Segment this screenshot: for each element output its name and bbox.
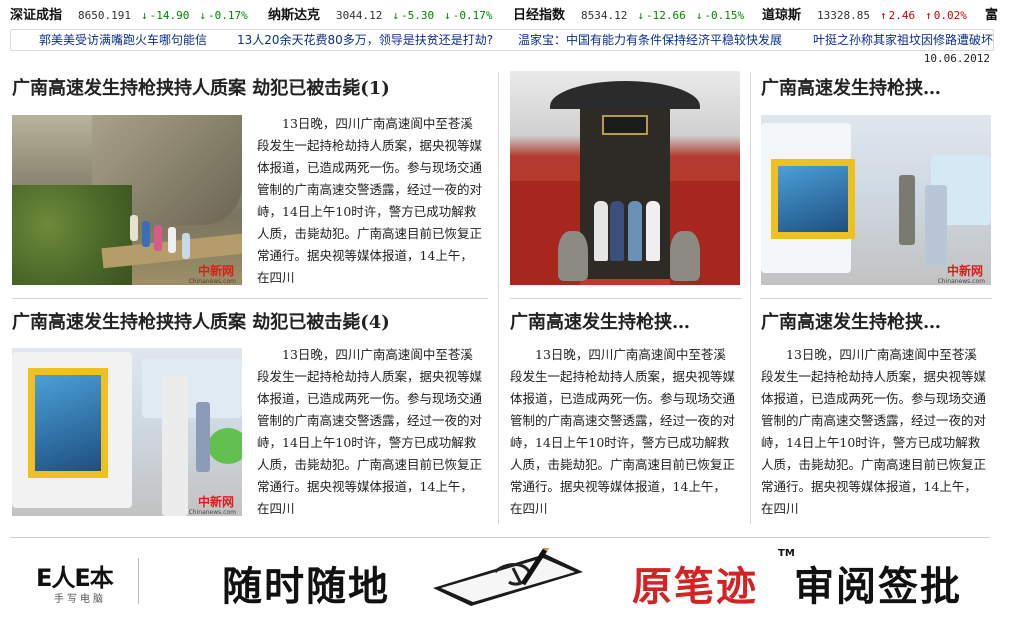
ticker-change: ↓ -12.66 bbox=[637, 9, 686, 22]
arrow-down-icon: ↓ bbox=[141, 9, 148, 22]
article-photo[interactable]: 中新网 Chinanews.com bbox=[12, 115, 242, 285]
ticker-change: ↓ -14.90 bbox=[141, 9, 190, 22]
ticker-change: ↓ -5.30 bbox=[392, 9, 435, 22]
page-date: 10.06.2012 bbox=[923, 52, 990, 65]
arrow-up-icon: ↑ bbox=[925, 9, 932, 22]
article-title[interactable]: 广南高速发生持枪挟持人质案 劫犯已被击毙(4) bbox=[12, 310, 482, 336]
row-divider bbox=[760, 298, 992, 299]
article-body: 13日晚，四川广南高速阆中至苍溪段发生一起持枪劫持人质案，据央视等媒体报道，已造… bbox=[257, 347, 482, 516]
trademark-mark: TM bbox=[778, 548, 795, 559]
photo-watermark-url: Chinanews.com bbox=[188, 509, 236, 516]
article-card[interactable]: 广南高速发生持枪挟… 13日晚，四川广南高速阆中至苍溪段发生一起持枪劫持人质案，… bbox=[761, 310, 989, 520]
photo-watermark: 中新网 bbox=[197, 495, 234, 509]
column-divider bbox=[498, 72, 499, 524]
article-body: 13日晚，四川广南高速阆中至苍溪段发生一起持枪劫持人质案，据央视等媒体报道，已造… bbox=[761, 347, 987, 516]
arrow-down-icon: ↓ bbox=[695, 9, 703, 22]
article-title[interactable]: 广南高速发生持枪挟… bbox=[510, 310, 735, 336]
ticker-name: 道琼斯 bbox=[762, 8, 802, 23]
ticker-item[interactable]: 纳斯达克 3044.12 ↓ -5.30 ↓ -0.17% bbox=[268, 6, 503, 26]
article-photo[interactable] bbox=[510, 71, 740, 285]
arrow-down-icon: ↓ bbox=[444, 9, 451, 22]
photo-watermark: 中新网 bbox=[197, 264, 234, 278]
ticker-value: 8534.12 bbox=[581, 9, 628, 22]
article-body: 13日晚，四川广南高速阆中至苍溪段发生一起持枪劫持人质案，据央视等媒体报道，已造… bbox=[510, 347, 735, 516]
article-card[interactable]: 广南高速发生持枪挟持人质案 劫犯已被击毙(1) 中新网 Chinanews.co… bbox=[12, 76, 482, 286]
ticker-name: 深证成指 bbox=[10, 8, 63, 23]
ad-tagline: 审阅签批 bbox=[794, 564, 962, 610]
headline-marquee: 郭美美受访满嘴跑火车哪句能信 13人20余天花费80多万，领导是扶贫还是打劫? … bbox=[10, 29, 994, 51]
ticker-percent: ↓ -0.17% bbox=[444, 9, 493, 22]
ad-divider bbox=[138, 558, 139, 604]
article-title[interactable]: 广南高速发生持枪挟… bbox=[761, 76, 991, 102]
headline-link[interactable]: 郭美美受访满嘴跑火车哪句能信 bbox=[39, 30, 207, 50]
article-body: 13日晚，四川广南高速阆中至苍溪段发生一起持枪劫持人质案，据央视等媒体报道，已造… bbox=[257, 116, 482, 285]
arrow-down-icon: ↓ bbox=[637, 9, 644, 22]
ticker-percent: ↓ -0.15% bbox=[695, 9, 745, 22]
ticker-value: 13328.85 bbox=[817, 9, 870, 22]
ticker-value: 8650.191 bbox=[78, 9, 131, 22]
photo-watermark: 中新网 bbox=[946, 264, 983, 278]
ticker-name: 富 bbox=[985, 8, 999, 23]
photo-watermark-url: Chinanews.com bbox=[188, 278, 236, 285]
ticker-value: 3044.12 bbox=[336, 9, 383, 22]
article-card[interactable]: 广南高速发生持枪挟… 中新网 Chinanews.com bbox=[761, 76, 991, 286]
article-card[interactable]: 广南高速发生持枪挟… 13日晚，四川广南高速阆中至苍溪段发生一起持枪劫持人质案，… bbox=[510, 310, 735, 520]
ticker-percent: ↑ 0.02% bbox=[925, 9, 967, 22]
ad-brand: 原笔迹 bbox=[632, 564, 758, 610]
row-divider bbox=[510, 298, 742, 299]
ticker-item[interactable]: 富 bbox=[985, 6, 1014, 26]
ad-banner[interactable]: E人E本 手写电脑 随时随地 原笔迹 TM 审阅签批 bbox=[10, 537, 990, 617]
arrow-down-icon: ↓ bbox=[392, 9, 399, 22]
ticker-name: 纳斯达克 bbox=[268, 8, 321, 23]
article-card[interactable] bbox=[510, 71, 740, 285]
ticker-change: ↑ 2.46 bbox=[880, 9, 916, 22]
article-card[interactable]: 广南高速发生持枪挟持人质案 劫犯已被击毙(4) 中新网 Chinanews.co… bbox=[12, 310, 482, 520]
article-photo[interactable]: 中新网 Chinanews.com bbox=[761, 115, 991, 285]
article-photo[interactable]: 中新网 Chinanews.com bbox=[12, 348, 242, 516]
headline-link[interactable]: 温家宝：中国有能力有条件保持经济平稳较快发展 bbox=[518, 30, 782, 50]
stock-ticker: 深证成指 8650.191 ↓ -14.90 ↓ -0.17% 纳斯达克 3044.… bbox=[10, 6, 1016, 26]
photo-watermark-url: Chinanews.com bbox=[937, 278, 985, 285]
ad-logo-subtitle: 手写电脑 bbox=[54, 594, 106, 605]
ticker-item[interactable]: 日经指数 8534.12 ↓ -12.66 ↓ -0.15% bbox=[513, 6, 754, 26]
ticker-item[interactable]: 深证成指 8650.191 ↓ -14.90 ↓ -0.17% bbox=[10, 6, 258, 26]
tablet-pen-icon bbox=[433, 548, 583, 606]
column-divider bbox=[750, 72, 751, 524]
ad-slogan: 随时随地 bbox=[222, 564, 390, 610]
arrow-up-icon: ↑ bbox=[880, 9, 887, 22]
ticker-name: 日经指数 bbox=[513, 8, 566, 23]
row-divider bbox=[12, 298, 488, 299]
article-title[interactable]: 广南高速发生持枪挟… bbox=[761, 310, 989, 336]
ticker-percent: ↓ -0.17% bbox=[199, 9, 248, 22]
ad-logo: E人E本 bbox=[36, 564, 114, 592]
headline-link[interactable]: 13人20余天花费80多万，领导是扶贫还是打劫? bbox=[237, 30, 493, 50]
article-title[interactable]: 广南高速发生持枪挟持人质案 劫犯已被击毙(1) bbox=[12, 76, 482, 102]
arrow-down-icon: ↓ bbox=[199, 9, 206, 22]
ticker-item[interactable]: 道琼斯 13328.85 ↑ 2.46 ↑ 0.02% bbox=[762, 6, 977, 26]
headline-link[interactable]: 叶挺之孙称其家祖坟因修路遭破坏 bbox=[813, 30, 993, 50]
